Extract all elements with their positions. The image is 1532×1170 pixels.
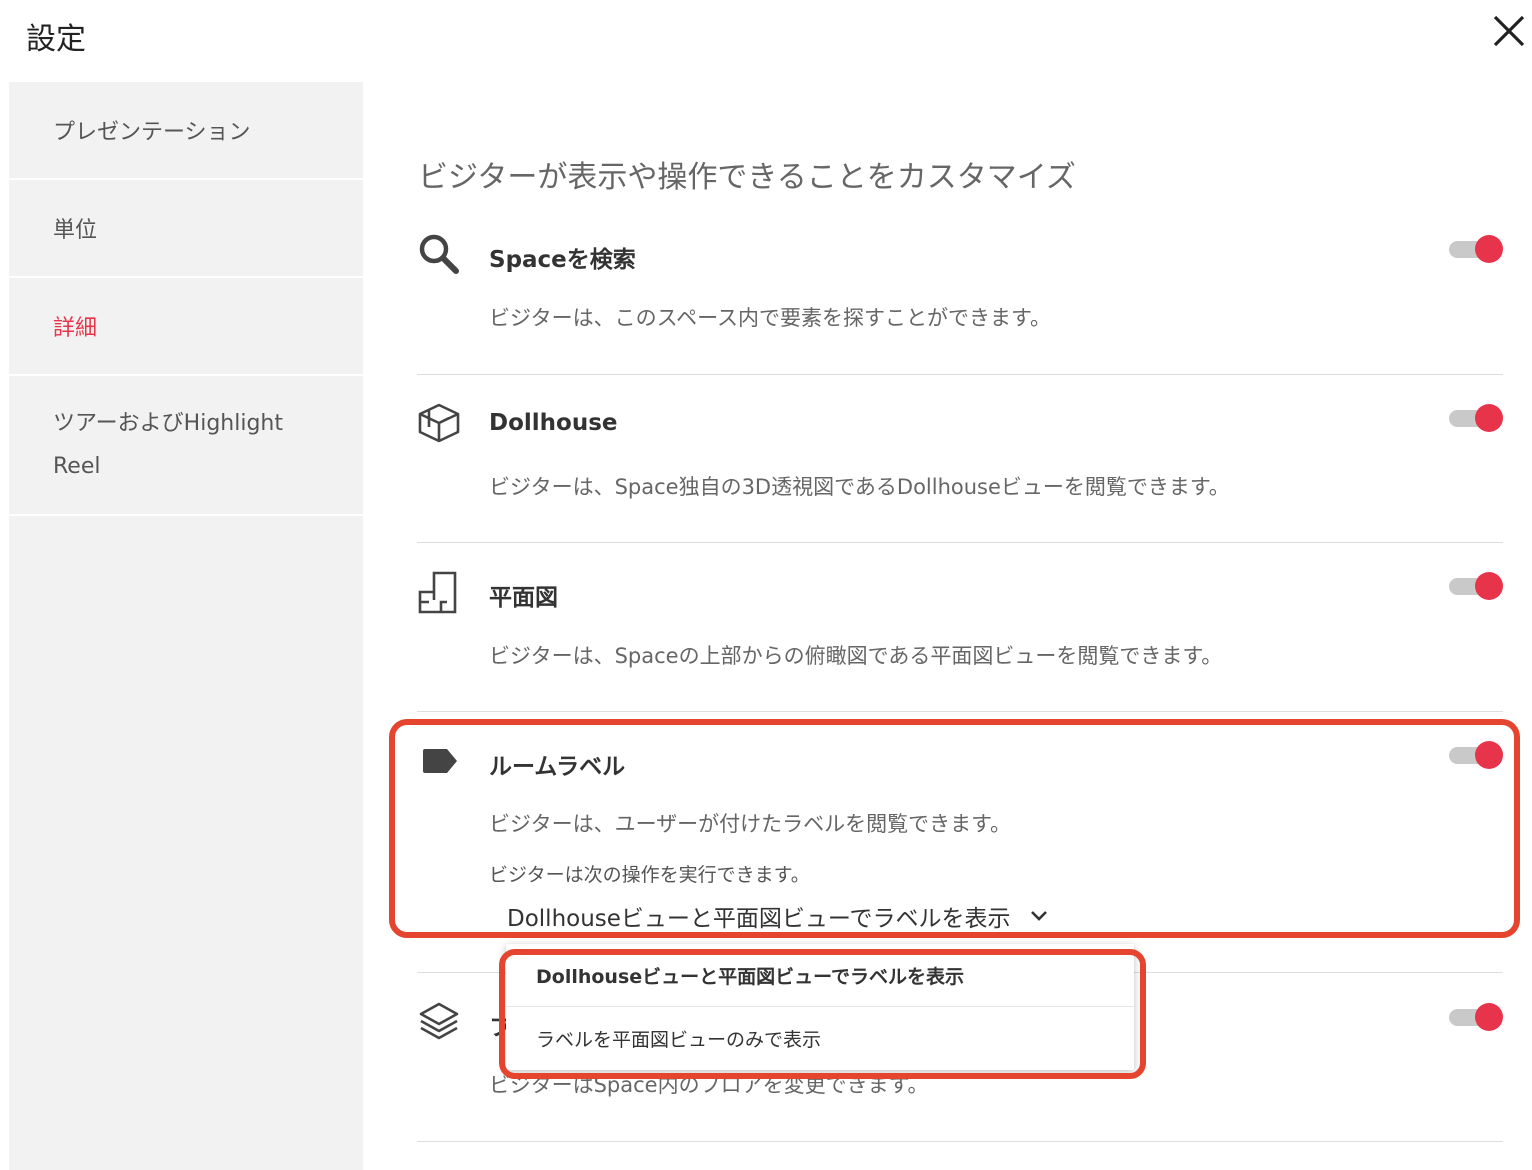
label-display-dropdown: Dollhouseビューと平面図ビューでラベルを表示 ラベルを平面図ビューのみで… [506,944,1134,1070]
search-icon [417,232,461,276]
section-dollhouse: Dollhouse ビジターは、Space独自の3D透視図であるDollhous… [417,398,1503,538]
section-description: ビジターは、Space独自の3D透視図であるDollhouseビューを閲覧できま… [489,475,1230,499]
sidebar-item-presentation[interactable]: プレゼンテーション [9,82,363,180]
sidebar-item-label: 単位 [53,218,98,243]
section-description: ビジターは、ユーザーが付けたラベルを閲覧できます。 [489,812,1012,836]
section-title: Dollhouse [489,410,618,436]
select-value: Dollhouseビューと平面図ビューでラベルを表示 [507,906,1011,932]
divider [417,1141,1503,1142]
label-display-select[interactable]: Dollhouseビューと平面図ビューでラベルを表示 [507,899,1049,933]
section-room-labels: ルームラベル ビジターは、ユーザーが付けたラベルを閲覧できます。 ビジターは次の… [417,735,1503,935]
room-labels-toggle[interactable] [1449,740,1503,770]
dropdown-option-both-views[interactable]: Dollhouseビューと平面図ビューでラベルを表示 [506,944,1134,1007]
dollhouse-icon [417,400,461,444]
section-description: ビジターは、このスペース内で要素を探すことができます。 [489,306,1051,330]
sidebar-item-units[interactable]: 単位 [9,180,363,278]
section-description: ビジターは、Spaceの上部からの俯瞰図である平面図ビューを閲覧できます。 [489,644,1223,668]
divider [417,711,1503,712]
section-title: Spaceを検索 [489,247,636,273]
sidebar-item-label: プレゼンテーション [53,120,251,145]
section-description: ビジターはSpace内のフロアを変更できます。 [489,1073,929,1097]
sidebar-item-label: 詳細 [53,316,98,341]
search-toggle[interactable] [1449,234,1503,264]
settings-title: 設定 [26,22,86,57]
chevron-down-icon [1029,903,1049,929]
sidebar: プレゼンテーション 単位 詳細 ツアーおよびHighlight Reel [9,82,363,1170]
label-icon [417,739,461,783]
sidebar-item-tours[interactable]: ツアーおよびHighlight Reel [9,376,363,516]
divider [417,374,1503,375]
sidebar-item-details[interactable]: 詳細 [9,278,363,376]
floorplan-icon [417,570,461,614]
floorplan-toggle[interactable] [1449,571,1503,601]
floors-toggle[interactable] [1449,1002,1503,1032]
layers-icon [417,1000,461,1044]
dollhouse-toggle[interactable] [1449,403,1503,433]
sidebar-item-label: ツアーおよびHighlight Reel [53,411,284,479]
action-label: ビジターは次の操作を実行できます。 [489,864,810,886]
section-title: 平面図 [489,585,558,611]
page-headline: ビジターが表示や操作できることをカスタマイズ [418,160,1076,195]
section-title: ルームラベル [489,754,626,780]
divider [417,542,1503,543]
dropdown-option-floorplan-only[interactable]: ラベルを平面図ビューのみで表示 [506,1007,1134,1070]
close-icon[interactable] [1492,14,1532,54]
section-search: Spaceを検索 ビジターは、このスペース内で要素を探すことができます。 [417,228,1503,368]
section-floorplan: 平面図 ビジターは、Spaceの上部からの俯瞰図である平面図ビューを閲覧できます… [417,566,1503,706]
